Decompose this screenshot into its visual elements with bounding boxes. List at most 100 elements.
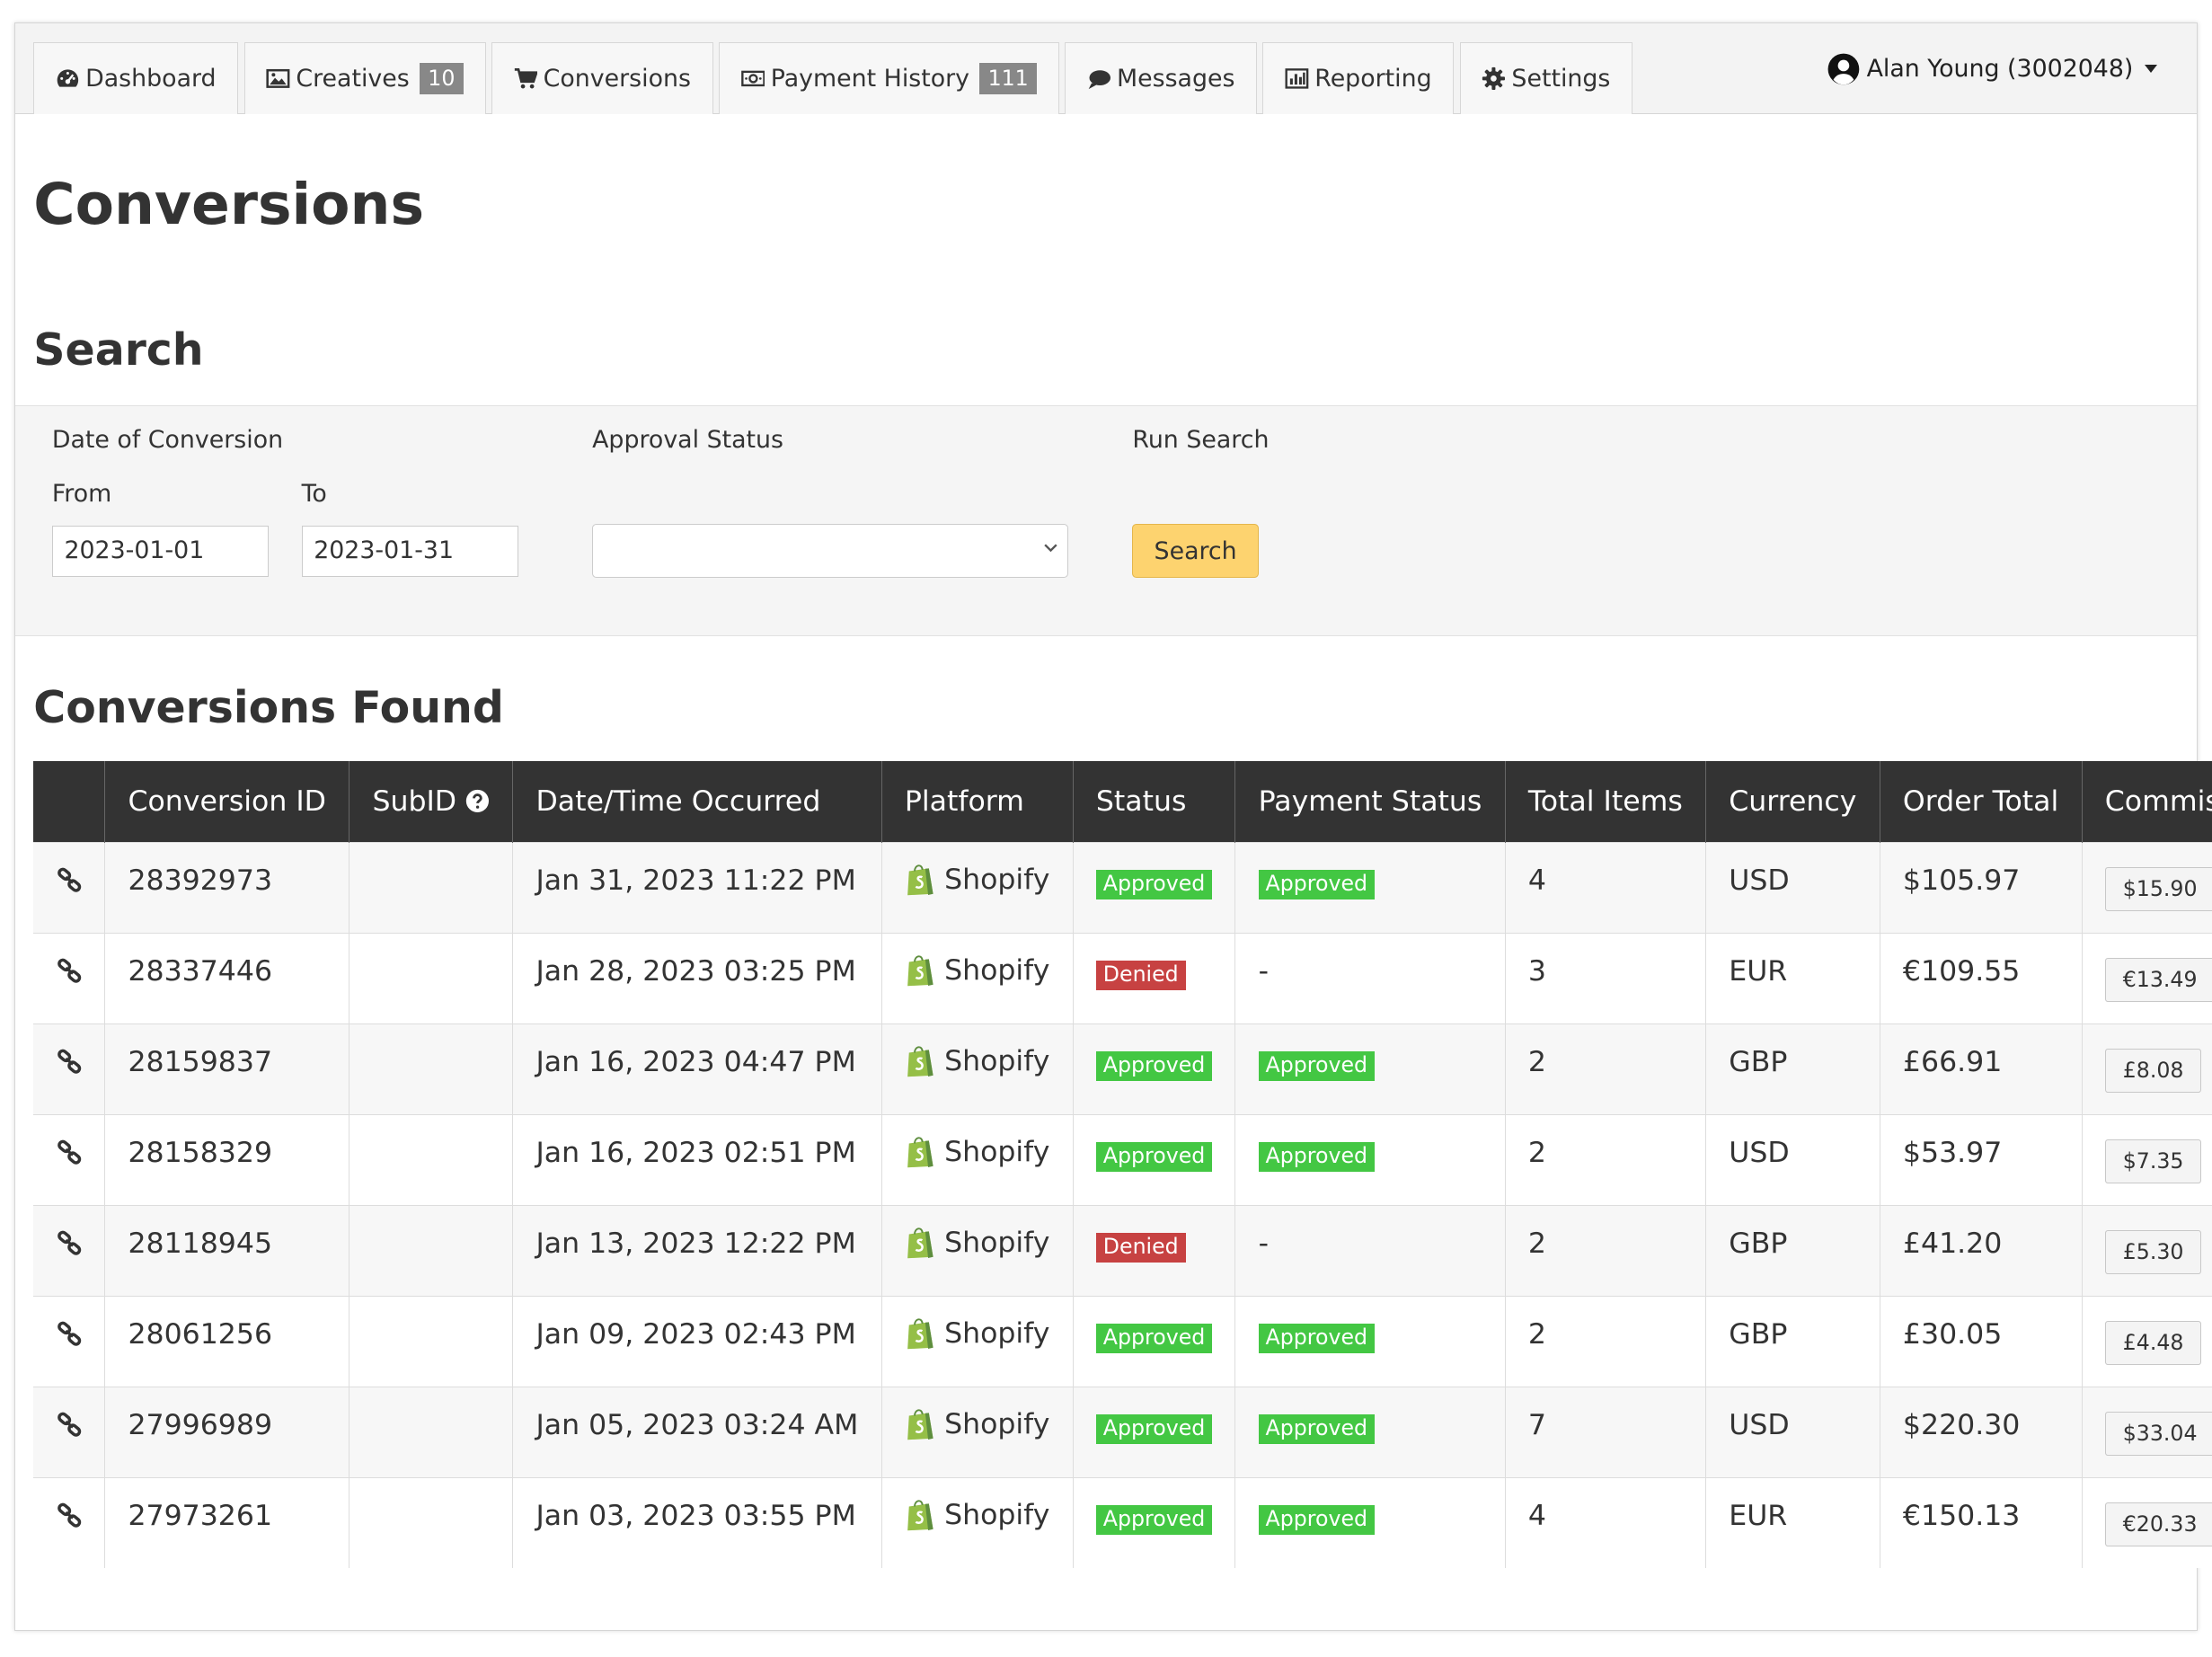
column-header-commission[interactable]: Commission	[2081, 760, 2212, 843]
table-header-row: Conversion ID SubID Date/Time Occurred P…	[33, 760, 2212, 843]
status-cell: Denied	[1072, 1204, 1235, 1297]
page-title: Conversions	[33, 171, 425, 238]
order-total: £41.20	[1879, 1204, 2083, 1297]
commission-button[interactable]: €13.49	[2104, 957, 2212, 1002]
total-items: 4	[1504, 1476, 1706, 1569]
shopify-bag-icon	[907, 1409, 933, 1440]
order-total: €150.13	[1879, 1476, 2083, 1569]
shopify-bag-icon	[907, 1046, 933, 1077]
tab-reporting[interactable]: Reporting	[1262, 41, 1455, 115]
total-items: 2	[1504, 1204, 1706, 1297]
payment-status-badge: Approved	[1258, 869, 1375, 899]
column-header-status[interactable]: Status	[1072, 760, 1235, 843]
tab-conversions[interactable]: Conversions	[491, 41, 713, 115]
date-to-input[interactable]: 2023-01-31	[301, 525, 519, 577]
subid	[349, 1113, 513, 1206]
payment-status-cell: -	[1234, 932, 1506, 1024]
link-icon[interactable]	[57, 1139, 82, 1165]
tab-settings[interactable]: Settings	[1459, 41, 1633, 115]
commission-button[interactable]: £4.48	[2104, 1320, 2202, 1365]
date-occurred: Jan 28, 2023 03:25 PM	[512, 932, 882, 1024]
link-icon[interactable]	[57, 958, 82, 983]
link-cell	[33, 1023, 105, 1115]
status-cell: Approved	[1072, 1386, 1235, 1478]
column-header-link	[33, 760, 105, 843]
tab-label: Dashboard	[85, 65, 217, 93]
platform-cell: Shopify	[880, 1386, 1074, 1478]
conversion-id: 28159837	[104, 1023, 349, 1115]
link-icon[interactable]	[57, 1049, 82, 1074]
link-icon[interactable]	[57, 1230, 82, 1255]
platform-name: Shopify	[944, 1498, 1050, 1531]
link-cell	[33, 1204, 105, 1297]
order-total: £30.05	[1879, 1295, 2083, 1387]
approval-status-select[interactable]	[592, 524, 1069, 579]
date-of-conversion-label: Date of Conversion	[51, 426, 284, 455]
commission-button[interactable]: $33.04	[2104, 1411, 2212, 1456]
shopify-bag-icon	[907, 864, 933, 896]
creatives-count-badge: 10	[419, 63, 464, 94]
payment-status-cell: -	[1234, 1204, 1506, 1297]
payment-status-cell: Approved	[1234, 1386, 1506, 1478]
column-header-subid[interactable]: SubID	[349, 760, 513, 843]
platform-cell: Shopify	[880, 1023, 1074, 1115]
commission-cell: $33.04	[2081, 1386, 2212, 1478]
search-panel	[14, 404, 2198, 637]
payment-count-badge: 111	[979, 63, 1038, 94]
tab-messages[interactable]: Messages	[1065, 41, 1258, 115]
tab-label: Messages	[1116, 65, 1235, 93]
nav-tabs: Dashboard Creatives 10 Conversions Payme…	[33, 41, 1633, 115]
user-menu-dropdown[interactable]: Alan Young (3002048)	[1827, 52, 2158, 86]
currency: EUR	[1705, 932, 1880, 1024]
column-header-date[interactable]: Date/Time Occurred	[512, 760, 882, 843]
platform-name: Shopify	[944, 1044, 1050, 1077]
date-from-input[interactable]: 2023-01-01	[51, 525, 270, 577]
commission-cell: €13.49	[2081, 932, 2212, 1024]
link-icon[interactable]	[57, 1502, 82, 1528]
from-label: From	[51, 480, 112, 509]
commission-button[interactable]: $7.35	[2104, 1139, 2202, 1183]
date-occurred: Jan 31, 2023 11:22 PM	[512, 841, 882, 934]
tab-creatives[interactable]: Creatives 10	[243, 41, 486, 115]
column-header-conversion-id[interactable]: Conversion ID	[104, 760, 349, 843]
link-icon[interactable]	[57, 867, 82, 892]
subid	[349, 1204, 513, 1297]
shopify-bag-icon	[907, 1318, 933, 1350]
payment-status-cell: Approved	[1234, 1295, 1506, 1387]
column-header-currency[interactable]: Currency	[1705, 760, 1880, 843]
order-total: $53.97	[1879, 1113, 2083, 1206]
shopify-bag-icon	[907, 1137, 933, 1168]
subid-header-label: SubID	[372, 784, 457, 818]
link-icon[interactable]	[57, 1321, 82, 1346]
link-cell	[33, 1476, 105, 1569]
commission-button[interactable]: £5.30	[2104, 1229, 2202, 1274]
app-frame: Dashboard Creatives 10 Conversions Payme…	[13, 22, 2212, 1631]
commission-cell: $7.35	[2081, 1113, 2212, 1206]
status-badge: Approved	[1095, 1323, 1213, 1353]
link-cell	[33, 1295, 105, 1387]
tab-dashboard[interactable]: Dashboard	[33, 41, 239, 115]
question-circle-icon[interactable]	[465, 789, 490, 813]
currency: USD	[1705, 841, 1880, 934]
payment-status-badge: -	[1258, 954, 1270, 988]
order-total: £66.91	[1879, 1023, 2083, 1115]
search-button[interactable]: Search	[1132, 524, 1259, 579]
link-icon[interactable]	[57, 1412, 82, 1437]
total-items: 2	[1504, 1113, 1706, 1206]
status-badge: Approved	[1095, 1141, 1213, 1172]
status-badge: Denied	[1095, 1232, 1186, 1263]
total-items: 2	[1504, 1295, 1706, 1387]
commission-button[interactable]: $15.90	[2104, 866, 2212, 911]
status-badge: Approved	[1095, 1413, 1213, 1444]
column-header-total-items[interactable]: Total Items	[1504, 760, 1706, 843]
tab-payment-history[interactable]: Payment History 111	[718, 41, 1059, 115]
column-header-order-total[interactable]: Order Total	[1879, 760, 2083, 843]
platform-name: Shopify	[944, 1135, 1050, 1168]
column-header-payment-status[interactable]: Payment Status	[1234, 760, 1506, 843]
platform-cell: Shopify	[880, 1204, 1074, 1297]
status-badge: Denied	[1095, 960, 1186, 990]
commission-button[interactable]: €20.33	[2104, 1502, 2212, 1546]
column-header-platform[interactable]: Platform	[880, 760, 1074, 843]
commission-button[interactable]: £8.08	[2104, 1048, 2202, 1093]
tab-label: Payment History	[770, 65, 970, 93]
